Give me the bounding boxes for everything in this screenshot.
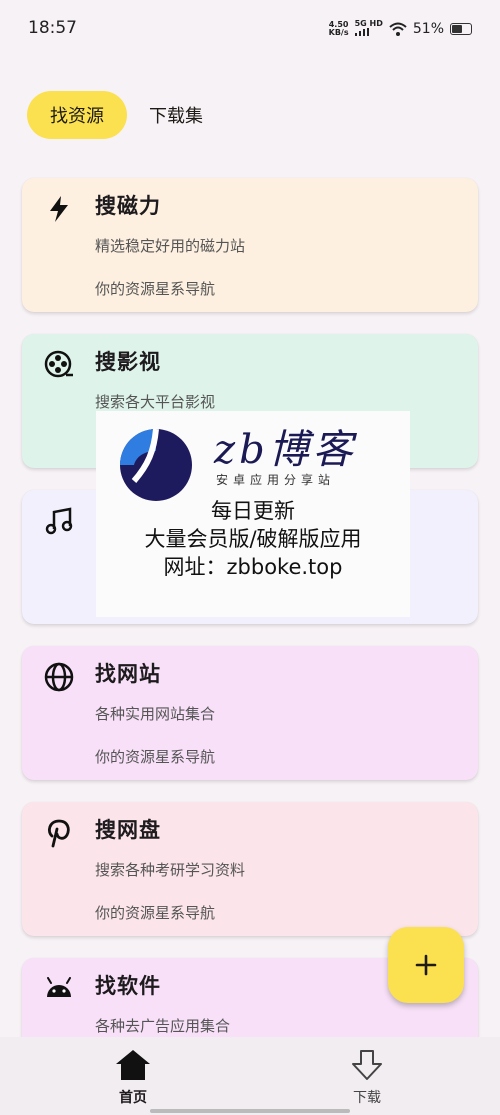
music-note-icon bbox=[44, 506, 74, 536]
card-subtitle: 你的资源星系导航 bbox=[95, 280, 216, 298]
card-netdisk[interactable]: 搜网盘 搜索各种考研学习资料 你的资源星系导航 bbox=[22, 802, 478, 936]
watermark-line: 网址：zbboke.top bbox=[163, 555, 343, 579]
plus-icon bbox=[415, 954, 437, 976]
tab-find-resources[interactable]: 找资源 bbox=[27, 91, 127, 139]
watermark-line: 大量会员版/破解版应用 bbox=[144, 527, 362, 551]
brand-logo-icon bbox=[120, 428, 192, 501]
card-description: 各种去广告应用集合 bbox=[95, 1017, 231, 1035]
watermark-tagline: 安卓应用分享站 bbox=[216, 473, 336, 487]
card-subtitle: 你的资源星系导航 bbox=[95, 748, 216, 766]
battery-percent: 51% bbox=[412, 21, 444, 37]
status-icons: 4.50 KB/s 5G HD 51% bbox=[329, 20, 472, 38]
battery-level bbox=[452, 25, 463, 33]
watermark-text: 每日更新 大量会员版/破解版应用 网址：zbboke.top bbox=[96, 497, 410, 581]
card-title: 搜网盘 bbox=[95, 818, 161, 842]
add-button[interactable] bbox=[388, 927, 464, 1003]
card-description: 精选稳定好用的磁力站 bbox=[95, 237, 246, 255]
card-title: 搜磁力 bbox=[95, 194, 161, 218]
card-title: 找软件 bbox=[95, 974, 161, 998]
android-icon bbox=[44, 974, 74, 1004]
net-speed: 4.50 KB/s bbox=[328, 20, 349, 37]
status-time: 18:57 bbox=[28, 18, 77, 38]
battery-icon bbox=[450, 23, 472, 35]
wifi-icon bbox=[389, 22, 407, 36]
card-magnet[interactable]: 搜磁力 精选稳定好用的磁力站 你的资源星系导航 bbox=[22, 178, 478, 312]
bottom-navigation: 首页 下载 bbox=[0, 1037, 500, 1115]
nav-download[interactable]: 下载 bbox=[317, 1049, 417, 1107]
card-title: 搜影视 bbox=[95, 350, 161, 374]
card-description: 各种实用网站集合 bbox=[95, 705, 216, 723]
bolt-icon bbox=[44, 194, 74, 224]
film-reel-icon bbox=[44, 350, 74, 380]
watermark-brand: zb博客 bbox=[214, 427, 357, 473]
card-websites[interactable]: 找网站 各种实用网站集合 你的资源星系导航 bbox=[22, 646, 478, 780]
nav-label: 首页 bbox=[119, 1090, 147, 1106]
signal-icon: 5G HD bbox=[354, 20, 383, 38]
card-subtitle: 你的资源星系导航 bbox=[95, 904, 216, 922]
card-description: 搜索各大平台影视 bbox=[95, 393, 216, 411]
globe-icon bbox=[44, 662, 74, 692]
card-description: 搜索各种考研学习资料 bbox=[95, 861, 246, 879]
pinterest-icon bbox=[44, 818, 74, 848]
tab-bar: 找资源 下载集 bbox=[27, 91, 203, 139]
nav-home[interactable]: 首页 bbox=[83, 1049, 183, 1107]
download-arrow-icon bbox=[352, 1050, 382, 1080]
watermark-overlay: zb博客 安卓应用分享站 每日更新 大量会员版/破解版应用 网址：zbboke.… bbox=[96, 411, 410, 617]
tab-downloads[interactable]: 下载集 bbox=[149, 102, 203, 128]
status-bar: 18:57 4.50 KB/s 5G HD 51% bbox=[0, 0, 500, 62]
watermark-line: 每日更新 bbox=[211, 499, 295, 523]
gesture-bar bbox=[150, 1109, 350, 1113]
card-title: 找网站 bbox=[95, 662, 161, 686]
home-icon bbox=[116, 1050, 150, 1080]
nav-label: 下载 bbox=[353, 1090, 381, 1106]
